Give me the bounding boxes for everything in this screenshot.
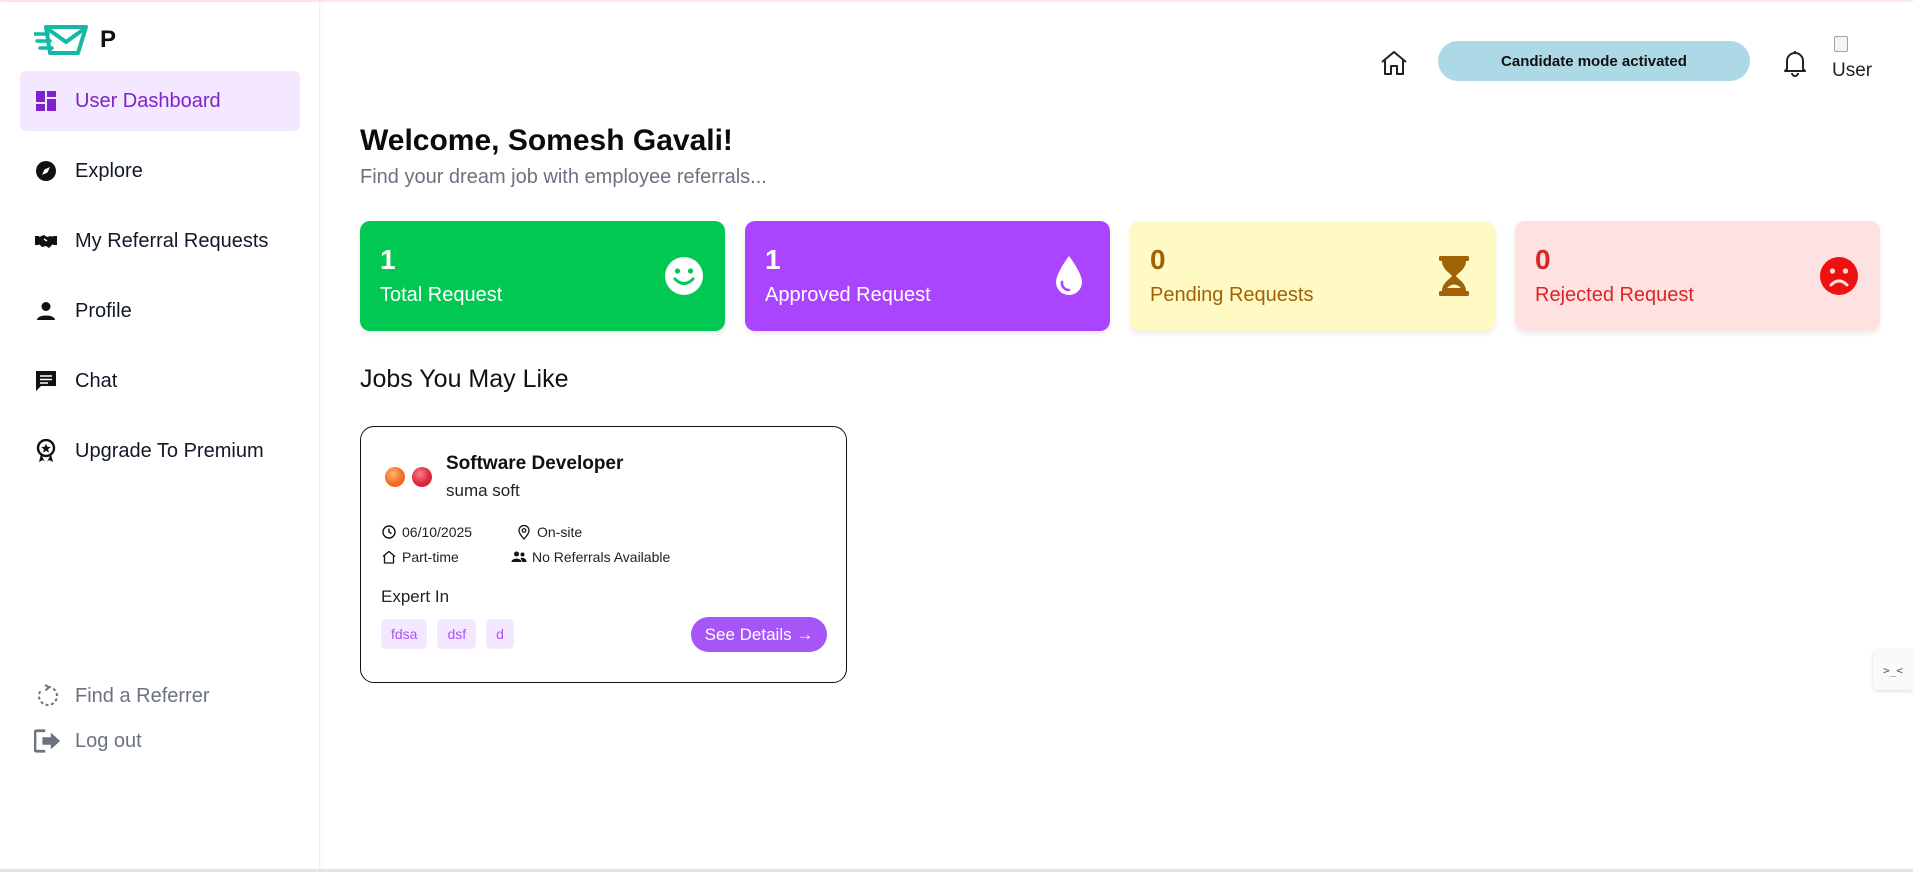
job-referrals: No Referrals Available bbox=[511, 549, 670, 565]
stat-value: 0 bbox=[1150, 244, 1166, 275]
clock-icon bbox=[381, 524, 397, 540]
house-icon bbox=[381, 549, 397, 565]
person-icon bbox=[34, 299, 58, 323]
logout-icon bbox=[34, 727, 62, 755]
logo-letter: P bbox=[100, 26, 117, 53]
sidebar-item-profile[interactable]: Profile bbox=[20, 281, 300, 341]
stat-label: Approved Request bbox=[765, 284, 931, 306]
floating-widget-button[interactable]: >_< bbox=[1873, 650, 1913, 690]
home-icon bbox=[1381, 51, 1407, 75]
stat-value: 1 bbox=[765, 244, 781, 275]
compass-icon bbox=[34, 159, 58, 183]
drop-icon bbox=[1048, 255, 1090, 297]
section-title-jobs: Jobs You May Like bbox=[360, 365, 569, 393]
sidebar-item-label: Explore bbox=[75, 159, 143, 182]
bell-icon bbox=[1784, 51, 1806, 77]
mail-logo-icon bbox=[34, 25, 88, 55]
stat-card-approved-request[interactable]: 1 Approved Request bbox=[745, 221, 1110, 331]
sidebar-item-label: Profile bbox=[75, 299, 132, 322]
sidebar-item-user-dashboard[interactable]: User Dashboard bbox=[20, 71, 300, 131]
page-title: Welcome, Somesh Gavali! bbox=[360, 124, 733, 157]
sidebar-item-chat[interactable]: Chat bbox=[20, 351, 300, 411]
hourglass-icon bbox=[1433, 255, 1475, 297]
expert-in-label: Expert In bbox=[381, 587, 450, 606]
sidebar: P User Dashboard Explore My Referral Req… bbox=[0, 2, 320, 869]
avatar-alt-text: User bbox=[1832, 60, 1873, 81]
app-logo[interactable]: P bbox=[34, 24, 116, 56]
skill-tag: d bbox=[486, 619, 514, 649]
skill-tag: fdsa bbox=[381, 619, 428, 649]
job-referrals-text: No Referrals Available bbox=[532, 549, 671, 565]
logout-label: Log out bbox=[75, 729, 142, 752]
stat-value: 0 bbox=[1535, 244, 1551, 275]
job-location-text: On-site bbox=[537, 524, 583, 540]
sidebar-item-explore[interactable]: Explore bbox=[20, 141, 300, 201]
job-date-text: 06/10/2025 bbox=[402, 524, 473, 540]
stat-label: Rejected Request bbox=[1535, 284, 1694, 306]
stat-value: 1 bbox=[380, 244, 396, 275]
location-pin-icon bbox=[516, 524, 532, 540]
sidebar-item-label: User Dashboard bbox=[75, 89, 221, 112]
candidate-mode-toggle[interactable]: Candidate mode activated bbox=[1438, 41, 1750, 81]
logout-link[interactable]: Log out bbox=[34, 727, 142, 755]
dashboard-icon bbox=[34, 89, 58, 113]
notifications-button[interactable] bbox=[1780, 47, 1810, 79]
handshake-icon bbox=[34, 229, 58, 253]
sidebar-item-label: Chat bbox=[75, 369, 118, 392]
group-icon bbox=[511, 549, 527, 565]
job-date: 06/10/2025 bbox=[381, 524, 472, 540]
find-referrer-link[interactable]: Find a Referrer bbox=[34, 682, 210, 710]
smile-icon bbox=[663, 255, 705, 297]
stat-label: Pending Requests bbox=[1150, 284, 1314, 306]
refresh-icon bbox=[34, 682, 62, 710]
sad-icon bbox=[1818, 255, 1860, 297]
job-type: Part-time bbox=[381, 549, 459, 565]
award-icon bbox=[34, 439, 58, 463]
find-referrer-label: Find a Referrer bbox=[75, 684, 210, 707]
sidebar-item-my-referral-requests[interactable]: My Referral Requests bbox=[20, 211, 300, 271]
skill-tags: fdsa dsf d bbox=[381, 619, 514, 649]
stat-card-pending-requests[interactable]: 0 Pending Requests bbox=[1130, 221, 1495, 331]
stat-card-total-request[interactable]: 1 Total Request bbox=[360, 221, 725, 331]
company-name: suma soft bbox=[446, 481, 520, 500]
chat-icon bbox=[34, 369, 58, 393]
sidebar-item-label: My Referral Requests bbox=[75, 229, 269, 252]
stat-card-rejected-request[interactable]: 0 Rejected Request bbox=[1515, 221, 1880, 331]
job-card[interactable]: Software Developer suma soft 06/10/2025 … bbox=[360, 426, 847, 683]
home-button[interactable] bbox=[1378, 47, 1410, 79]
job-location: On-site bbox=[516, 524, 582, 540]
see-details-button[interactable]: See Details → bbox=[691, 617, 827, 652]
job-type-text: Part-time bbox=[402, 549, 459, 565]
sidebar-item-upgrade-to-premium[interactable]: Upgrade To Premium bbox=[20, 421, 300, 481]
skill-tag: dsf bbox=[437, 619, 477, 649]
stat-label: Total Request bbox=[380, 284, 503, 306]
company-logo-icon bbox=[385, 467, 432, 487]
broken-image-icon bbox=[1834, 36, 1848, 52]
sidebar-item-label: Upgrade To Premium bbox=[75, 439, 264, 462]
avatar[interactable]: User bbox=[1830, 36, 1876, 86]
job-title: Software Developer bbox=[446, 453, 624, 474]
page-subtitle: Find your dream job with employee referr… bbox=[360, 166, 767, 188]
